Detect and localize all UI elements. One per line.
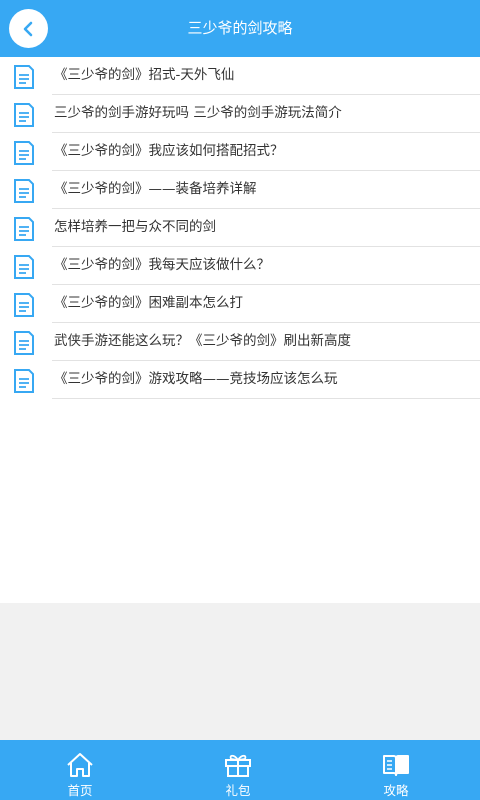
document-icon: [14, 217, 34, 241]
article-item[interactable]: 《三少爷的剑》招式-天外飞仙: [0, 57, 480, 95]
article-item[interactable]: 怎样培养一把与众不同的剑: [0, 209, 480, 247]
article-title: 武侠手游还能这么玩？《三少爷的剑》刷出新高度: [54, 333, 351, 349]
article-item[interactable]: 《三少爷的剑》困难副本怎么打: [0, 285, 480, 323]
article-list: 《三少爷的剑》招式-天外飞仙 三少爷的剑手游好玩吗 三少爷的剑手游玩法简介 《三…: [0, 57, 480, 603]
article-item[interactable]: 武侠手游还能这么玩？《三少爷的剑》刷出新高度: [0, 323, 480, 361]
article-title: 《三少爷的剑》游戏攻略——竞技场应该怎么玩: [54, 371, 338, 387]
document-icon: [14, 369, 34, 393]
document-icon: [14, 141, 34, 165]
article-title: 《三少爷的剑》我应该如何搭配招式？: [54, 143, 284, 159]
article-title: 《三少爷的剑》招式-天外飞仙: [54, 67, 235, 83]
document-icon: [14, 103, 34, 127]
tab-guide[interactable]: 攻略: [336, 740, 456, 800]
divider: [52, 398, 480, 399]
article-title: 三少爷的剑手游好玩吗 三少爷的剑手游玩法简介: [54, 105, 342, 121]
tab-home[interactable]: 首页: [20, 740, 140, 800]
article-title: 《三少爷的剑》困难副本怎么打: [54, 295, 243, 311]
article-item[interactable]: 三少爷的剑手游好玩吗 三少爷的剑手游玩法简介: [0, 95, 480, 133]
document-icon: [14, 293, 34, 317]
home-icon: [67, 753, 93, 777]
tab-label: 首页: [67, 783, 93, 798]
article-item[interactable]: 《三少爷的剑》——装备培养详解: [0, 171, 480, 209]
article-title: 《三少爷的剑》我每天应该做什么？: [54, 257, 270, 273]
article-title: 《三少爷的剑》——装备培养详解: [54, 181, 257, 197]
tab-gift[interactable]: 礼包: [178, 740, 298, 800]
document-icon: [14, 331, 34, 355]
bottom-tab-bar: 首页 礼包 攻略: [0, 740, 480, 800]
article-title: 怎样培养一把与众不同的剑: [54, 219, 216, 235]
book-icon: [383, 755, 409, 776]
tab-label: 攻略: [383, 783, 409, 798]
article-item[interactable]: 《三少爷的剑》我应该如何搭配招式？: [0, 133, 480, 171]
article-item[interactable]: 《三少爷的剑》我每天应该做什么？: [0, 247, 480, 285]
app-header: 三少爷的剑攻略: [0, 0, 480, 57]
document-icon: [14, 65, 34, 89]
document-icon: [14, 179, 34, 203]
document-icon: [14, 255, 34, 279]
article-item[interactable]: 《三少爷的剑》游戏攻略——竞技场应该怎么玩: [0, 361, 480, 399]
tab-label: 礼包: [225, 783, 251, 798]
page-title: 三少爷的剑攻略: [187, 19, 293, 37]
gift-icon: [225, 754, 251, 777]
